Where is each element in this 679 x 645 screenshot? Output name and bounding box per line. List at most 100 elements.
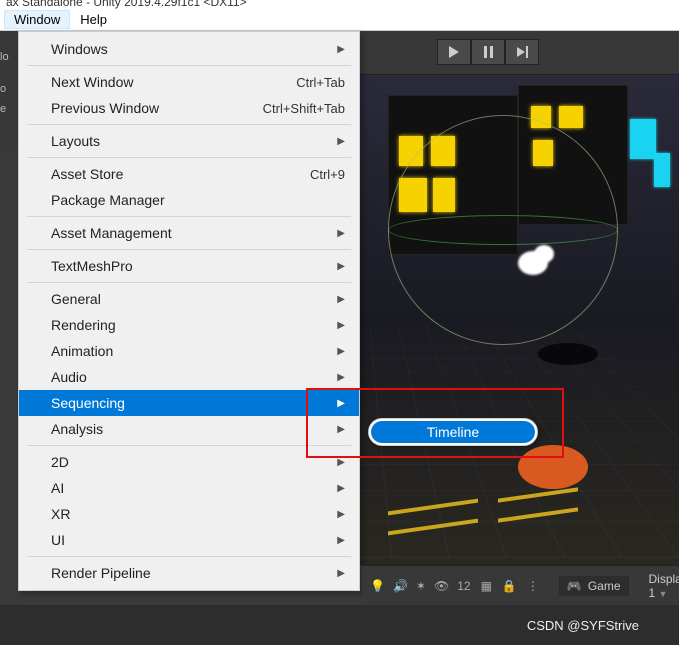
menu-label: 2D — [51, 454, 69, 470]
chevron-right-icon: ▶ — [337, 398, 345, 409]
menu-separator — [27, 124, 351, 125]
window-menu-dropdown: Windows ▶ Next Window Ctrl+Tab Previous … — [18, 31, 360, 591]
step-icon — [517, 46, 528, 58]
watermark-footer: CSDN @SYFStrive — [0, 605, 679, 645]
menu-item-2d[interactable]: 2D ▶ — [19, 449, 359, 475]
menu-separator — [27, 282, 351, 283]
menu-label: Asset Store — [51, 166, 123, 182]
menu-item-windows[interactable]: Windows ▶ — [19, 36, 359, 62]
menu-separator — [27, 556, 351, 557]
menu-window[interactable]: Window — [4, 10, 70, 29]
menu-label: Next Window — [51, 74, 133, 90]
chevron-right-icon: ▶ — [337, 136, 345, 147]
sequencing-submenu: Timeline — [368, 418, 538, 446]
game-icon: 🎮 — [567, 579, 582, 593]
chevron-right-icon: ▶ — [337, 509, 345, 520]
display-dropdown[interactable]: Display 1 ▼ — [649, 572, 679, 600]
menu-label: TextMeshPro — [51, 258, 133, 274]
menu-shortcut: Ctrl+Shift+Tab — [263, 101, 345, 116]
chevron-down-icon: ▼ — [659, 589, 668, 599]
menu-shortcut: Ctrl+9 — [310, 167, 345, 182]
main-menubar: Window Help — [0, 9, 679, 31]
effects-icon[interactable]: ✶ — [416, 579, 426, 593]
chevron-right-icon: ▶ — [337, 568, 345, 579]
menu-separator — [27, 445, 351, 446]
play-button[interactable] — [437, 39, 471, 65]
game-tab[interactable]: 🎮 Game — [559, 576, 629, 596]
left-dock: lo o e — [0, 31, 18, 151]
dock-label: lo — [0, 51, 18, 63]
menu-label: Package Manager — [51, 192, 165, 208]
scene-view-toolbar: 💡 🔊 ✶ 👁 12 ▦ 🔒 ⋮ 🎮 Game Display 1 ▼ Free… — [362, 565, 679, 605]
menu-label: Audio — [51, 369, 87, 385]
chevron-right-icon: ▶ — [337, 424, 345, 435]
menu-item-ai[interactable]: AI ▶ — [19, 475, 359, 501]
menu-label: Asset Management — [51, 225, 172, 241]
audio-icon[interactable]: 🔊 — [393, 579, 408, 593]
window-title: ax Standalone - Unity 2019.4.29f1c1 <DX1… — [0, 0, 679, 9]
menu-separator — [27, 65, 351, 66]
menu-label: AI — [51, 480, 64, 496]
menu-item-previous-window[interactable]: Previous Window Ctrl+Shift+Tab — [19, 95, 359, 121]
menu-item-asset-management[interactable]: Asset Management ▶ — [19, 220, 359, 246]
play-icon — [449, 46, 459, 58]
chevron-right-icon: ▶ — [337, 346, 345, 357]
dock-label: e — [0, 103, 18, 115]
menu-label: XR — [51, 506, 70, 522]
chevron-right-icon: ▶ — [337, 535, 345, 546]
menu-label: UI — [51, 532, 65, 548]
submenu-item-timeline[interactable]: Timeline — [371, 421, 535, 443]
step-button[interactable] — [505, 39, 539, 65]
lock-icon[interactable]: 🔒 — [502, 579, 517, 593]
scene-cloud — [534, 245, 554, 263]
menu-item-render-pipeline[interactable]: Render Pipeline ▶ — [19, 560, 359, 586]
menu-item-xr[interactable]: XR ▶ — [19, 501, 359, 527]
menu-item-animation[interactable]: Animation ▶ — [19, 338, 359, 364]
menu-label: Previous Window — [51, 100, 159, 116]
visibility-icon[interactable]: 👁 — [434, 579, 449, 593]
gizmo-ring — [388, 215, 618, 245]
more-icon[interactable]: ⋮ — [527, 579, 539, 593]
menu-item-rendering[interactable]: Rendering ▶ — [19, 312, 359, 338]
menu-label: Rendering — [51, 317, 116, 333]
scene-sign — [630, 119, 656, 159]
scene-sign — [654, 153, 670, 187]
chevron-right-icon: ▶ — [337, 457, 345, 468]
menu-separator — [27, 157, 351, 158]
playback-controls — [437, 39, 539, 65]
pause-icon — [484, 46, 493, 58]
menu-item-asset-store[interactable]: Asset Store Ctrl+9 — [19, 161, 359, 187]
pause-button[interactable] — [471, 39, 505, 65]
menu-item-analysis[interactable]: Analysis ▶ — [19, 416, 359, 442]
menu-label: Render Pipeline — [51, 565, 151, 581]
menu-item-package-manager[interactable]: Package Manager — [19, 187, 359, 213]
chevron-right-icon: ▶ — [337, 261, 345, 272]
menu-label: Analysis — [51, 421, 103, 437]
chevron-right-icon: ▶ — [337, 44, 345, 55]
menu-item-general[interactable]: General ▶ — [19, 286, 359, 312]
menu-item-sequencing[interactable]: Sequencing ▶ — [19, 390, 359, 416]
layers-icon[interactable]: ▦ — [481, 579, 492, 593]
gizmo-count: 12 — [457, 579, 470, 593]
menu-shortcut: Ctrl+Tab — [296, 75, 345, 90]
scene-shadow — [538, 343, 598, 365]
menu-item-ui[interactable]: UI ▶ — [19, 527, 359, 553]
scene-prop — [518, 445, 588, 489]
menu-item-layouts[interactable]: Layouts ▶ — [19, 128, 359, 154]
menu-label: Sequencing — [51, 395, 125, 411]
menu-item-audio[interactable]: Audio ▶ — [19, 364, 359, 390]
menu-help[interactable]: Help — [70, 10, 117, 29]
lightbulb-icon[interactable]: 💡 — [370, 579, 385, 593]
menu-item-textmeshpro[interactable]: TextMeshPro ▶ — [19, 253, 359, 279]
menu-label: Layouts — [51, 133, 100, 149]
menu-item-next-window[interactable]: Next Window Ctrl+Tab — [19, 69, 359, 95]
menu-label: Windows — [51, 41, 108, 57]
tab-label: Game — [588, 579, 621, 593]
menu-separator — [27, 249, 351, 250]
chevron-right-icon: ▶ — [337, 372, 345, 383]
menu-label: General — [51, 291, 101, 307]
watermark-text: CSDN @SYFStrive — [527, 618, 639, 633]
menu-label: Animation — [51, 343, 113, 359]
chevron-right-icon: ▶ — [337, 320, 345, 331]
chevron-right-icon: ▶ — [337, 483, 345, 494]
